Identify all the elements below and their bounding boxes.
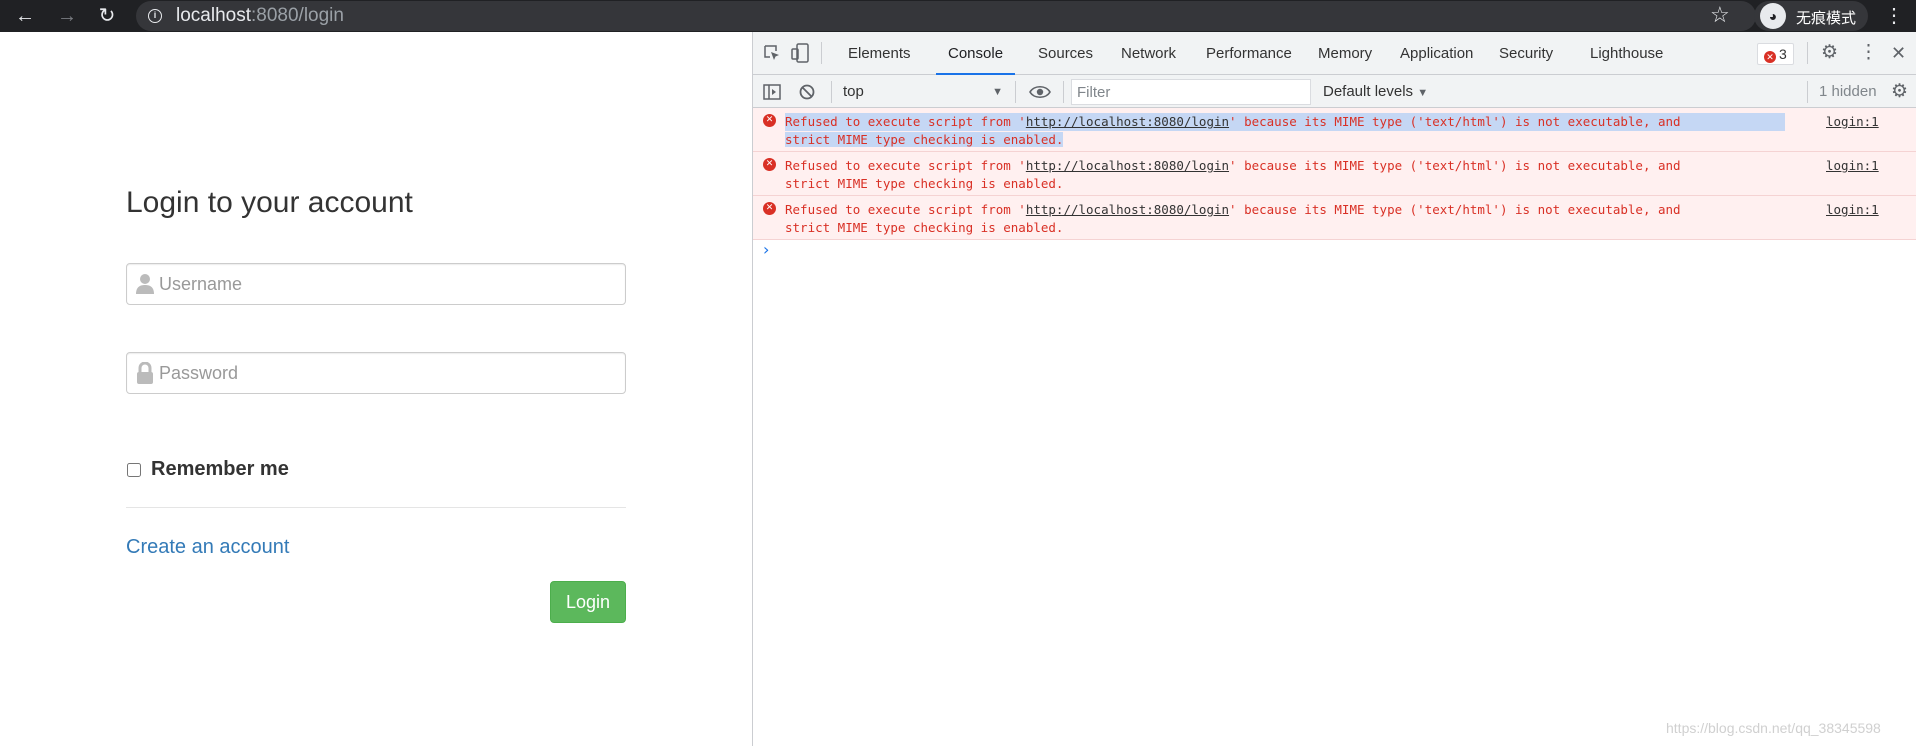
device-toolbar-icon[interactable] [791,43,809,63]
lock-icon [137,362,153,384]
context-value: top [843,83,864,100]
error-source-link[interactable]: login:1 [1826,157,1879,175]
devtools-tabbar: Elements Console Sources Network Perform… [753,32,1916,75]
tab-network[interactable]: Network [1109,32,1188,75]
inspect-element-icon[interactable] [763,44,781,62]
tab-security[interactable]: Security [1487,32,1565,75]
info-icon[interactable]: i [148,9,162,23]
caret-down-icon: ▼ [1417,87,1429,99]
login-button[interactable]: Login [550,581,626,623]
error-suffix: ' because its MIME type ('text/html') is… [1229,114,1681,129]
error-line-1: Refused to execute script from 'http://l… [785,157,1785,175]
gear-icon[interactable]: ⚙ [1821,43,1838,62]
error-prefix: Refused to execute script from ' [785,158,1026,173]
page-title: Login to your account [126,186,413,219]
error-url-link[interactable]: http://localhost:8080/login [1026,202,1229,217]
error-url-link[interactable]: http://localhost:8080/login [1026,158,1229,173]
username-field[interactable] [126,263,626,305]
star-icon[interactable]: ☆ [1710,3,1730,27]
url-text[interactable]: localhost:8080/login [176,6,344,26]
error-line-1: Refused to execute script from 'http://l… [785,113,1785,131]
error-suffix: ' because its MIME type ('text/html') is… [1229,202,1681,217]
remember-checkbox[interactable] [127,462,141,477]
error-icon: ✕ [763,114,776,127]
error-count: 3 [1779,46,1787,62]
error-icon: ✕ [763,202,776,215]
create-account-link[interactable]: Create an account [126,536,289,559]
log-levels-dropdown[interactable]: Default levels ▼ [1323,81,1428,104]
error-line-2: strict MIME type checking is enabled. [785,220,1064,235]
remember-me: Remember me [127,458,289,481]
console-settings-icon[interactable]: ⚙ [1891,82,1908,101]
url-path: :8080/login [251,5,344,26]
tab-console[interactable]: Console [936,32,1016,75]
console-error-message[interactable]: ✕ Refused to execute script from 'http:/… [753,108,1916,152]
error-source-link[interactable]: login:1 [1826,201,1879,219]
incognito-badge[interactable]: ◕ 无痕模式 [1754,1,1868,31]
error-suffix: ' because its MIME type ('text/html') is… [1229,158,1681,173]
error-prefix: Refused to execute script from ' [785,202,1026,217]
clear-console-icon[interactable] [799,84,815,100]
separator [1063,81,1064,103]
separator [1807,81,1808,103]
error-count-badge[interactable]: ✕ 3 [1757,43,1794,65]
console-toolbar: top ▼ Default levels ▼ 1 hidden ⚙ [753,75,1916,108]
username-input[interactable] [159,264,619,304]
error-text[interactable]: Refused to execute script from 'http://l… [785,157,1785,193]
error-line-2-text: strict MIME type checking is enabled. [785,132,1064,147]
error-text[interactable]: Refused to execute script from 'http://l… [785,113,1785,149]
tab-application[interactable]: Application [1388,32,1485,75]
tab-performance[interactable]: Performance [1194,32,1304,75]
remember-label[interactable]: Remember me [151,458,289,481]
console-prompt-icon[interactable]: › [763,240,769,259]
arrow-right-icon[interactable]: → [54,3,80,29]
console-error-message[interactable]: ✕ Refused to execute script from 'http:/… [753,152,1916,196]
kebab-menu-icon[interactable]: ⋮ [1884,3,1904,29]
close-icon[interactable]: ✕ [1891,44,1906,62]
error-url-link[interactable]: http://localhost:8080/login [1026,114,1229,129]
console-error-message[interactable]: ✕ Refused to execute script from 'http:/… [753,196,1916,240]
incognito-icon: ◕ [1760,3,1786,29]
error-text[interactable]: Refused to execute script from 'http://l… [785,201,1785,237]
login-page: Login to your account Remember me Create… [0,32,752,746]
address-bar[interactable]: i localhost:8080/login [136,1,1756,31]
divider [126,507,626,508]
hidden-count: 1 hidden [1819,83,1877,100]
separator [1015,81,1016,103]
separator [821,42,822,64]
error-icon: ✕ [1764,51,1776,63]
error-line-1: Refused to execute script from 'http://l… [785,201,1785,219]
separator [831,81,832,103]
console-log: ✕ Refused to execute script from 'http:/… [753,108,1916,240]
tab-memory[interactable]: Memory [1306,32,1384,75]
error-icon: ✕ [763,158,776,171]
eye-icon[interactable] [1029,85,1051,99]
error-line-2: strict MIME type checking is enabled. [785,131,1785,149]
tab-sources[interactable]: Sources [1026,32,1105,75]
tab-elements[interactable]: Elements [836,32,923,75]
separator [1807,42,1808,64]
arrow-left-icon[interactable]: ← [12,3,38,29]
kebab-menu-icon[interactable]: ⋮ [1859,43,1878,62]
url-host: localhost [176,5,251,26]
sidebar-toggle-icon[interactable] [763,84,781,100]
filter-input[interactable] [1071,79,1311,105]
user-icon [136,274,154,294]
error-line-2: strict MIME type checking is enabled. [785,176,1064,191]
password-field[interactable] [126,352,626,394]
watermark: https://blog.csdn.net/qq_38345598 [1666,720,1881,736]
error-source-link[interactable]: login:1 [1826,113,1879,131]
tab-lighthouse[interactable]: Lighthouse [1578,32,1675,75]
caret-down-icon: ▼ [992,86,1003,98]
context-select[interactable]: top ▼ [843,81,1003,103]
log-levels-label: Default levels [1323,83,1414,100]
incognito-label: 无痕模式 [1796,10,1857,27]
password-input[interactable] [159,353,619,393]
error-prefix: Refused to execute script from ' [785,114,1026,129]
devtools-panel: Elements Console Sources Network Perform… [752,32,1916,746]
reload-icon[interactable]: ↻ [94,3,120,29]
browser-toolbar: ← → ↻ i localhost:8080/login ☆ ◕ 无痕模式 ⋮ [0,0,1916,32]
